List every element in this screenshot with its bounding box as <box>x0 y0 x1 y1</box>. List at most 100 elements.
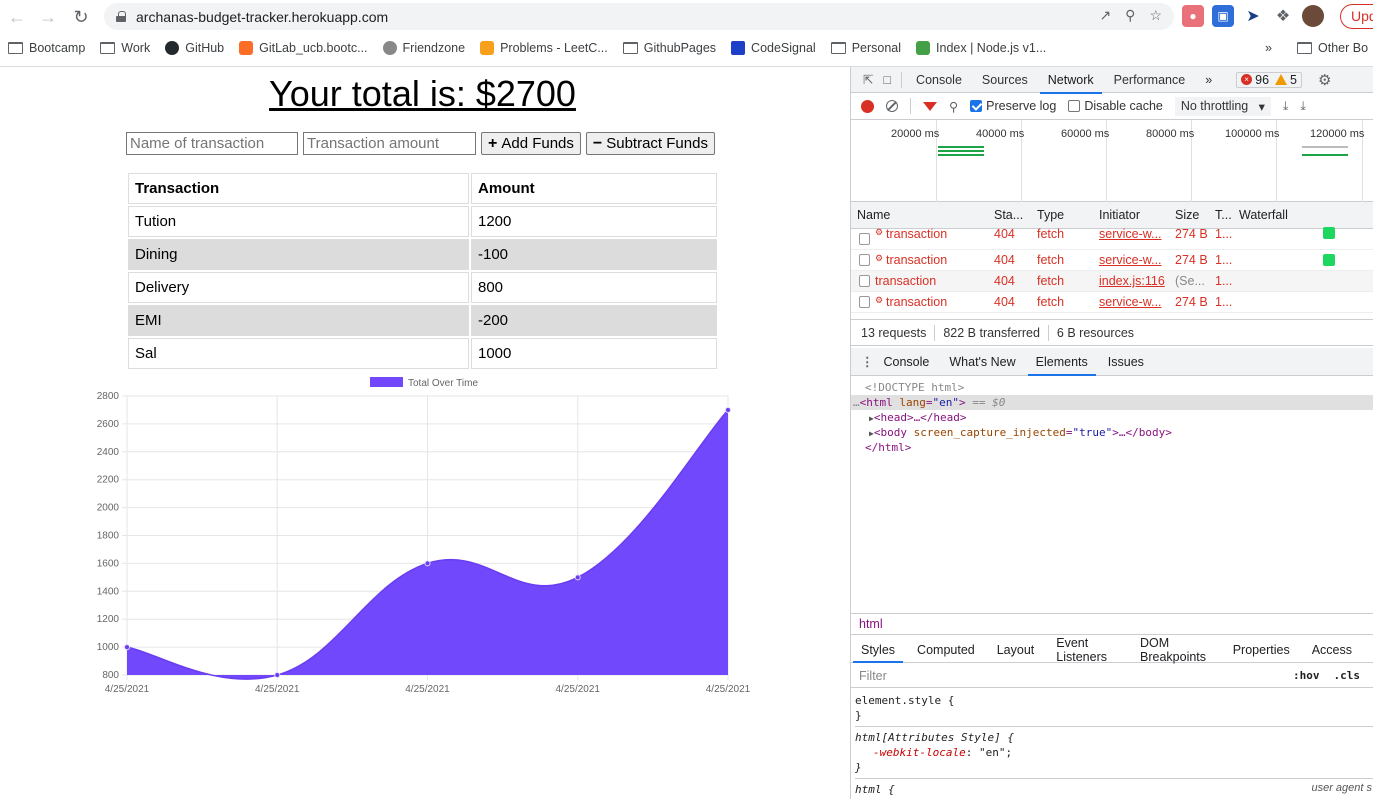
row-checkbox[interactable] <box>859 296 870 308</box>
search-icon[interactable]: ⚲ <box>949 99 958 114</box>
tab-dom-breakpoints[interactable]: DOM Breakpoints <box>1140 636 1211 664</box>
rule-selector[interactable]: element.style { <box>855 693 1373 708</box>
drawer-tab-issues[interactable]: Issues <box>1108 355 1144 369</box>
add-funds-button[interactable]: + Add Funds <box>481 132 581 155</box>
extension-icon[interactable]: ● <box>1182 5 1204 27</box>
filter-input[interactable]: Filter <box>859 669 1293 683</box>
column-header[interactable]: Sta... <box>994 208 1030 222</box>
inspect-icon[interactable]: ⇱ <box>863 72 873 87</box>
bookmark-nodejs[interactable]: Index | Node.js v1... <box>916 41 1046 55</box>
rule-declaration[interactable]: -webkit-locale: "en"; <box>855 745 1373 760</box>
bookmark-githubpages[interactable]: GithubPages <box>622 41 716 55</box>
filter-icon[interactable] <box>923 101 937 111</box>
tab-accessibility[interactable]: Access <box>1312 643 1352 657</box>
bookmark-work[interactable]: Work <box>100 41 150 55</box>
bookmark-personal[interactable]: Personal <box>830 41 901 55</box>
tab-properties[interactable]: Properties <box>1233 643 1290 657</box>
update-button[interactable]: Upd <box>1340 4 1373 29</box>
request-initiator[interactable]: service-w... <box>1099 227 1165 241</box>
extension-icon[interactable]: ▣ <box>1212 5 1234 27</box>
request-row[interactable]: ⚙ transaction 404 fetch service-w... 274… <box>851 227 1373 250</box>
settings-gear-icon[interactable]: ⚙ <box>1318 71 1331 89</box>
bookmark-other[interactable]: Other Bo <box>1297 41 1368 55</box>
reload-icon[interactable]: ↻ <box>68 4 94 30</box>
clear-icon[interactable] <box>886 100 898 112</box>
dom-node-selected[interactable]: …<html lang="en"> == $0 <box>851 395 1373 410</box>
bookmark-codesignal[interactable]: CodeSignal <box>731 41 816 55</box>
transaction-name-input[interactable] <box>126 132 298 155</box>
dom-node[interactable]: ▶<body screen_capture_injected="true">…<… <box>851 425 1373 440</box>
rule-selector: html[Attributes Style] { <box>855 731 1014 744</box>
cls-toggle[interactable]: .cls <box>1334 669 1361 682</box>
column-header[interactable]: Size <box>1175 208 1199 222</box>
checkbox-checked[interactable] <box>970 100 983 112</box>
codesignal-icon <box>731 41 746 55</box>
request-type: fetch <box>1037 274 1065 288</box>
bookmark-bootcamp[interactable]: Bootcamp <box>8 41 85 55</box>
rule-close: } <box>855 761 862 774</box>
column-header[interactable]: Waterfall <box>1239 208 1288 222</box>
column-header[interactable]: Type <box>1037 208 1064 222</box>
tab-event-listeners[interactable]: Event Listeners <box>1056 636 1118 664</box>
timeline-label: 40000 ms <box>976 128 1025 140</box>
tab-network[interactable]: Network <box>1039 73 1102 94</box>
import-icon[interactable]: ⤓ <box>1283 99 1289 114</box>
request-type: fetch <box>1037 253 1065 267</box>
column-header[interactable]: T... <box>1215 208 1235 222</box>
drawer-tab-whats-new[interactable]: What's New <box>949 355 1015 369</box>
request-name: transaction <box>886 227 948 241</box>
dom-node[interactable]: ▶<head>…</head> <box>851 410 1373 425</box>
column-header[interactable]: Initiator <box>1099 208 1140 222</box>
bookmark-github[interactable]: GitHub <box>165 41 224 55</box>
transaction-amount-input[interactable] <box>303 132 476 155</box>
drawer-tab-console[interactable]: Console <box>884 355 930 369</box>
timeline-label: 20000 ms <box>891 128 940 140</box>
device-toggle-icon[interactable]: □ <box>883 73 891 87</box>
address-bar[interactable]: archanas-budget-tracker.herokuapp.com ↗ … <box>104 3 1174 30</box>
request-initiator[interactable]: service-w... <box>1099 295 1165 309</box>
cursor-extension-icon[interactable]: ➤ <box>1242 5 1264 27</box>
tab-layout[interactable]: Layout <box>997 643 1035 657</box>
kebab-menu-icon[interactable]: ⋮ <box>861 354 874 369</box>
breadcrumb[interactable]: html <box>851 613 1373 635</box>
more-bookmarks-icon[interactable]: » <box>1265 41 1272 55</box>
tab-sources[interactable]: Sources <box>982 73 1028 87</box>
dom-node[interactable]: </html> <box>851 440 1373 455</box>
column-header[interactable]: Name <box>857 208 890 222</box>
open-external-icon[interactable]: ↗ <box>1099 7 1111 24</box>
hov-toggle[interactable]: :hov <box>1293 669 1320 682</box>
preserve-log-checkbox[interactable]: Preserve log <box>970 99 1056 113</box>
y-tick-label: 800 <box>102 670 119 681</box>
request-initiator[interactable]: service-w... <box>1099 253 1165 267</box>
issues-counter[interactable]: × 96 5 <box>1236 71 1302 88</box>
more-tabs-icon[interactable]: » <box>1205 73 1212 87</box>
avatar[interactable] <box>1302 5 1324 27</box>
checkbox-unchecked[interactable] <box>1068 100 1081 112</box>
request-row[interactable]: transaction 404 fetch index.js:116 (Se..… <box>851 271 1373 292</box>
throttling-select[interactable]: No throttling ▾ <box>1174 96 1271 116</box>
row-checkbox[interactable] <box>859 233 870 245</box>
bookmark-gitlab[interactable]: GitLab_ucb.bootc... <box>239 41 368 55</box>
disable-cache-checkbox[interactable]: Disable cache <box>1068 99 1163 113</box>
puzzle-icon[interactable]: ❖ <box>1272 5 1294 27</box>
subtract-funds-button[interactable]: − Subtract Funds <box>585 132 715 155</box>
row-checkbox[interactable] <box>859 254 870 266</box>
forward-icon[interactable]: → <box>35 4 61 30</box>
dom-node[interactable]: <!DOCTYPE html> <box>851 380 1373 395</box>
request-row[interactable]: ⚙ transaction 404 fetch service-w... 274… <box>851 292 1373 313</box>
request-initiator[interactable]: index.js:116 <box>1099 274 1165 288</box>
drawer-tab-elements[interactable]: Elements <box>1027 355 1096 376</box>
tab-performance[interactable]: Performance <box>1114 73 1186 87</box>
bookmark-star-icon[interactable]: ☆ <box>1149 7 1162 24</box>
tab-computed[interactable]: Computed <box>917 643 975 657</box>
back-icon[interactable]: ← <box>4 4 30 30</box>
row-checkbox[interactable] <box>859 275 870 287</box>
bookmark-leetcode[interactable]: Problems - LeetC... <box>480 41 608 55</box>
record-icon[interactable] <box>861 99 874 113</box>
tab-console[interactable]: Console <box>916 73 962 87</box>
bookmark-friendzone[interactable]: Friendzone <box>382 41 465 55</box>
tab-styles[interactable]: Styles <box>852 643 904 663</box>
request-row[interactable]: ⚙ transaction 404 fetch service-w... 274… <box>851 250 1373 271</box>
export-icon[interactable]: ⤓ <box>1300 99 1306 114</box>
zoom-icon[interactable]: ⚲ <box>1125 7 1135 24</box>
